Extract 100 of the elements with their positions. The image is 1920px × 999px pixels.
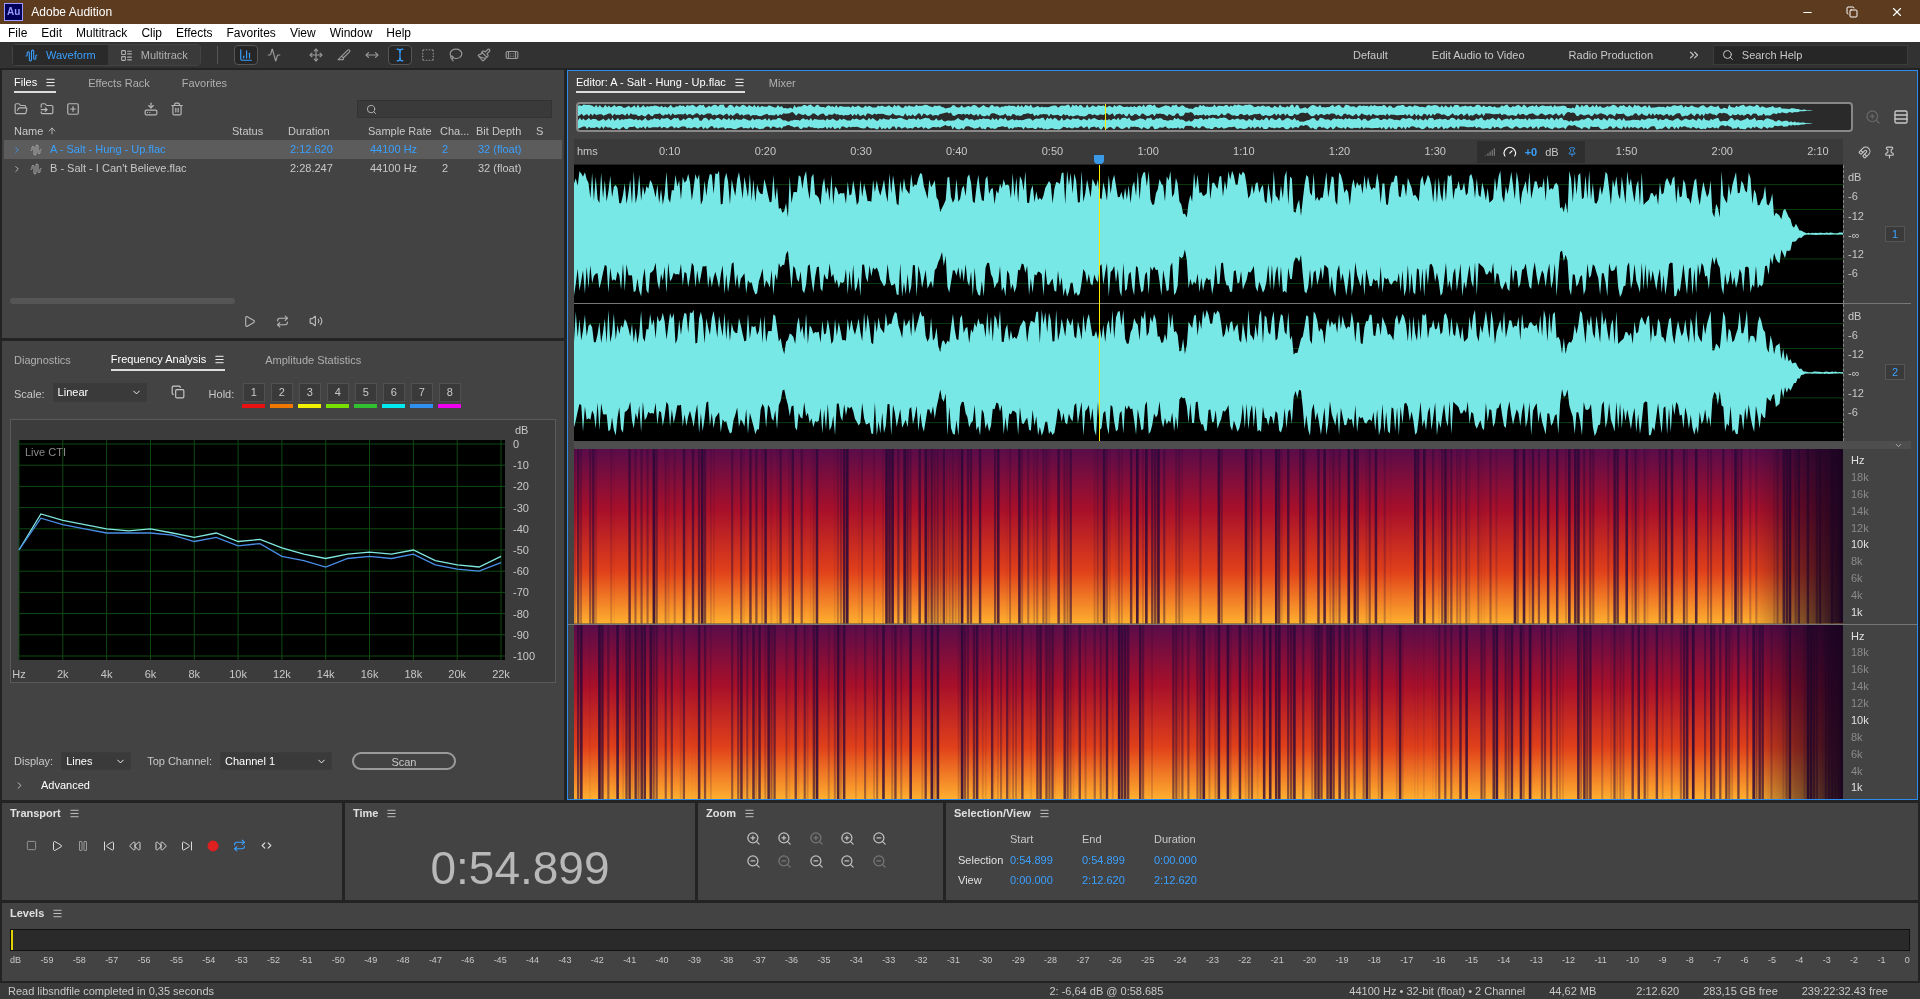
zoom-out-amplitude-button[interactable] [746, 854, 761, 869]
more-workspaces-icon[interactable] [1687, 48, 1701, 62]
skip-selection-button[interactable] [260, 839, 273, 852]
scan-button[interactable]: Scan [351, 752, 456, 770]
panel-tab[interactable]: Amplitude Statistics [265, 349, 362, 371]
pause-button[interactable] [77, 839, 89, 852]
hold-button[interactable]: 4 [326, 383, 349, 402]
panel-tab[interactable]: Files [14, 73, 57, 93]
overlay-icon[interactable] [170, 385, 185, 399]
column-header[interactable]: Cha... [440, 122, 476, 140]
time-value-field[interactable]: 0:54.899 [1010, 851, 1082, 868]
zoom-out-full-button[interactable] [840, 854, 856, 869]
menu-icon[interactable] [743, 807, 755, 819]
display-dropdown[interactable]: Lines [61, 752, 132, 770]
menu-icon[interactable] [52, 907, 64, 919]
workspace-tab[interactable]: Edit Audio to Video [1409, 46, 1547, 64]
channel-badge[interactable]: 1 [1885, 225, 1905, 242]
play-button[interactable] [51, 839, 63, 852]
column-header[interactable]: Sample Rate [368, 122, 440, 140]
time-value-field[interactable]: 0:54.899 [1082, 851, 1154, 868]
pin-icon[interactable] [1566, 146, 1577, 158]
snap-icon[interactable] [1858, 145, 1871, 159]
hold-button[interactable]: 1 [242, 383, 265, 402]
menu-item[interactable]: Edit [41, 24, 63, 42]
loop-button[interactable] [276, 314, 289, 328]
time-value-field[interactable]: 2:12.620 [1082, 872, 1154, 889]
editor-tab[interactable]: Editor: A - Salt - Hung - Up.flac [576, 73, 745, 93]
overview-bar[interactable] [576, 102, 1853, 132]
hold-button[interactable]: 8 [438, 383, 461, 402]
menu-item[interactable]: Multitrack [76, 24, 128, 42]
playhead-handle[interactable] [1094, 155, 1105, 164]
open-folder-icon[interactable] [14, 102, 28, 116]
gain-knob-icon[interactable] [1503, 144, 1517, 160]
trash-icon[interactable] [170, 102, 184, 116]
column-header[interactable]: Status [232, 122, 288, 140]
new-file-icon[interactable] [66, 102, 80, 116]
menu-item[interactable]: Help [386, 24, 412, 42]
meter-scale-label: -33 [882, 954, 896, 967]
file-row[interactable]: B - Salt - I Can't Believe.flac 2:28.247 44100 Hz 2 32 (float) [4, 159, 562, 178]
column-header[interactable]: Bit Depth [476, 122, 536, 140]
column-header[interactable]: S [536, 122, 548, 140]
hold-button[interactable]: 5 [354, 383, 377, 402]
column-header[interactable]: Name [10, 122, 232, 140]
expand-icon[interactable] [12, 163, 22, 174]
menu-item[interactable]: Favorites [226, 24, 276, 42]
menu-icon[interactable] [1038, 807, 1050, 819]
hold-button[interactable]: 3 [298, 383, 321, 402]
zoom-in-amplitude-button[interactable] [746, 831, 761, 846]
scale-dropdown[interactable]: Linear [52, 383, 147, 402]
mode-tab[interactable]: Multitrack [107, 45, 200, 65]
waveform-display-button[interactable] [233, 45, 258, 65]
zoom-in-point-button[interactable] [840, 831, 856, 846]
time-value-field[interactable]: 0:00.000 [1154, 851, 1226, 868]
menu-icon[interactable] [68, 807, 80, 819]
menu-item[interactable]: File [8, 24, 28, 42]
panel-tab[interactable]: Frequency Analysis [110, 349, 226, 371]
advanced-toggle[interactable]: Advanced [41, 776, 90, 794]
panel-tab[interactable]: Effects Rack [88, 73, 150, 93]
time-value-field[interactable]: 2:12.620 [1154, 872, 1226, 889]
import-folder-icon[interactable] [40, 102, 54, 116]
hold-button[interactable]: 6 [382, 383, 405, 402]
hold-button[interactable]: 7 [410, 383, 433, 402]
workspace-tab[interactable]: Default [1331, 46, 1410, 64]
skip-forward-button[interactable] [181, 839, 193, 852]
autoplay-button[interactable] [309, 314, 323, 328]
zoom-out-point-button[interactable] [808, 854, 824, 869]
loop-button[interactable] [233, 839, 246, 852]
editor-tab[interactable]: Mixer [768, 73, 796, 93]
workspace-tab[interactable]: Radio Production [1546, 46, 1675, 64]
column-header[interactable]: Duration [288, 122, 368, 140]
bit-depth-cell-text: 32 (float) [478, 142, 523, 158]
menu-item[interactable]: View [289, 24, 316, 42]
marker-icon[interactable] [1883, 145, 1896, 159]
panel-tab[interactable]: Favorites [181, 73, 228, 93]
restore-icon[interactable] [1846, 6, 1858, 18]
search-field[interactable] [357, 100, 552, 118]
menu-item[interactable]: Effects [176, 24, 213, 42]
skip-back-button[interactable] [103, 839, 115, 852]
menu-item[interactable]: Clip [141, 24, 163, 42]
zoom-in-time-button[interactable] [777, 831, 793, 846]
search-help-field[interactable]: Search Help [1713, 45, 1908, 65]
rewind-button[interactable] [129, 839, 141, 852]
fast-forward-button[interactable] [155, 839, 167, 852]
search-input[interactable]: Search Help [1741, 46, 1899, 64]
zoom-reset-button[interactable] [871, 831, 887, 846]
menu-icon[interactable] [386, 807, 398, 819]
play-button[interactable] [243, 314, 256, 328]
mode-tab[interactable]: Waveform [13, 45, 108, 65]
hold-button[interactable]: 2 [270, 383, 293, 402]
insert-icon[interactable] [144, 102, 158, 116]
stop-button[interactable] [26, 840, 37, 851]
panel-tab[interactable]: Diagnostics [14, 349, 71, 371]
sample-rate-cell-text: 44100 Hz [370, 142, 419, 158]
time-selection-tool-button[interactable] [387, 45, 412, 65]
top-channel-dropdown[interactable]: Channel 1 [219, 752, 332, 770]
panel-menu-icon[interactable] [1893, 109, 1909, 125]
time-value-field[interactable]: 0:00.000 [1010, 872, 1082, 889]
close-icon[interactable] [1890, 5, 1904, 19]
menu-item[interactable]: Window [329, 24, 373, 42]
channel-badge[interactable]: 2 [1885, 364, 1905, 381]
